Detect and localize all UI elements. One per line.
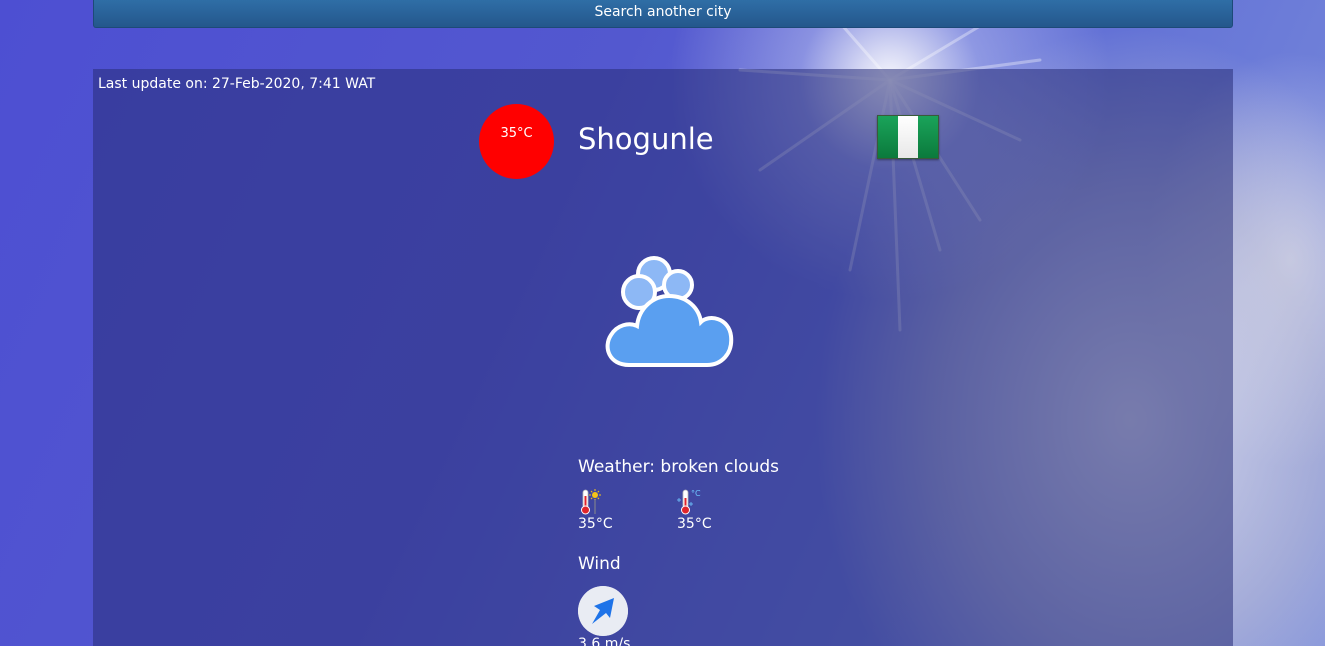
max-temperature-value: 35°C: [578, 516, 613, 532]
search-another-city-button[interactable]: Search another city: [93, 0, 1233, 28]
wind-speed-value: 3.6 m/s: [578, 636, 631, 652]
last-update-text: Last update on: 27-Feb-2020, 7:41 WAT: [98, 76, 376, 92]
city-name: Shogunle: [578, 122, 714, 156]
thermometer-cold-icon: °C: [677, 489, 701, 515]
svg-text:°C: °C: [691, 489, 701, 498]
current-temperature-badge: 35°C: [479, 104, 554, 179]
nigeria-flag-icon: [877, 115, 939, 159]
broken-clouds-icon: [605, 256, 734, 367]
min-temperature: °C 35°C: [677, 488, 712, 532]
thermometer-hot-icon: [581, 489, 601, 515]
compass-arrow-icon: [578, 586, 628, 636]
weather-description: Weather: broken clouds: [578, 457, 779, 477]
wind-title: Wind: [578, 554, 621, 574]
max-temperature: 35°C: [578, 488, 613, 532]
weather-panel: Last update on: 27-Feb-2020, 7:41 WAT 35…: [93, 69, 1233, 652]
min-temperature-value: 35°C: [677, 516, 712, 532]
